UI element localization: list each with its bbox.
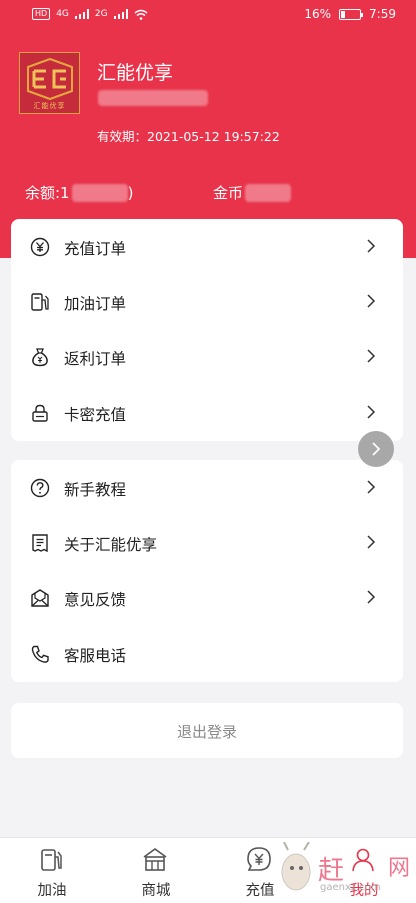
- lock-icon: [32, 404, 48, 422]
- expiry-date: 有效期：2021-05-12 19:57:22: [97, 126, 280, 145]
- coins-label: 金币: [213, 184, 244, 202]
- watermark-site: gaenxz.com: [320, 882, 381, 893]
- tab-store[interactable]: 商城: [104, 838, 208, 903]
- chevron-right-icon: [367, 405, 376, 419]
- feedback-icon: [31, 589, 49, 607]
- signal-2g: 2G: [94, 9, 108, 19]
- app-name: 汇能优享: [97, 62, 174, 84]
- signal-icon-2: [113, 9, 128, 19]
- menu-item-rebate-orders[interactable]: 返利订单: [11, 329, 403, 385]
- orders-menu-card: 充值订单 加油订单 返利订单 卡密充值: [11, 219, 403, 441]
- fuel-pump-icon: [41, 849, 62, 871]
- menu-item-recharge-orders[interactable]: 充值订单: [11, 219, 403, 275]
- menu-item-card-recharge[interactable]: 卡密充值: [11, 385, 403, 441]
- recharge-icon: [247, 847, 271, 871]
- phone-icon: [31, 645, 49, 663]
- watermark: 赶 网 gaenxz.com: [276, 841, 416, 902]
- chevron-right-icon: [367, 590, 376, 604]
- logout-button[interactable]: 退出登录: [11, 703, 403, 758]
- menu-item-tutorial[interactable]: 新手教程: [11, 460, 403, 516]
- status-bar: HD 4G 2G 16% 7:59: [0, 0, 416, 30]
- battery-icon: [339, 8, 364, 20]
- menu-item-label: 意见反馈: [64, 591, 127, 609]
- app-logo: 汇能优享: [19, 52, 80, 114]
- masked-account: [98, 90, 208, 106]
- balance-suffix: ): [127, 183, 134, 202]
- chevron-right-icon: [367, 535, 376, 549]
- yuan-icon: [30, 237, 50, 257]
- wifi-icon: [134, 9, 148, 20]
- floating-next-button[interactable]: [358, 431, 394, 467]
- menu-item-label: 卡密充值: [64, 406, 127, 424]
- menu-item-feedback[interactable]: 意见反馈: [11, 570, 403, 626]
- money-bag-icon: [32, 348, 48, 367]
- battery-percent: 16%: [304, 7, 332, 21]
- info-menu-card: 新手教程 关于汇能优享 意见反馈 客服电话: [11, 460, 403, 682]
- menu-item-fuel-orders[interactable]: 加油订单: [11, 274, 403, 330]
- expiry-label: 有效期：: [97, 129, 148, 144]
- logo-text: 汇能优享: [33, 102, 66, 110]
- fuel-pump-icon: [31, 293, 49, 311]
- balance-label: 余额:1: [25, 184, 70, 202]
- chevron-right-icon: [367, 294, 376, 308]
- balance[interactable]: 余额:1 ): [25, 182, 133, 203]
- signal-4g: 4G: [56, 9, 69, 19]
- coins[interactable]: 金币: [213, 182, 292, 203]
- menu-item-label: 关于汇能优享: [64, 536, 158, 554]
- tab-label: 商城: [141, 883, 171, 899]
- menu-item-label: 充值订单: [64, 240, 127, 258]
- menu-item-label: 客服电话: [64, 647, 127, 665]
- signal-icon: [74, 9, 89, 19]
- help-icon: [30, 478, 50, 498]
- tab-fuel[interactable]: 加油: [0, 838, 104, 903]
- store-icon: [143, 848, 167, 871]
- clock: 7:59: [369, 7, 396, 21]
- chevron-right-icon: [367, 349, 376, 363]
- status-right: 16% 7:59: [304, 7, 396, 21]
- expiry-value: 2021-05-12 19:57:22: [147, 129, 280, 144]
- menu-item-label: 加油订单: [64, 295, 127, 313]
- status-left: HD 4G 2G: [32, 8, 148, 20]
- tab-label: 加油: [37, 883, 67, 899]
- menu-item-customer-service[interactable]: 客服电话: [11, 626, 403, 682]
- chevron-right-icon: [367, 239, 376, 253]
- watermark-extra: 网: [388, 856, 411, 881]
- menu-item-about[interactable]: 关于汇能优享: [11, 515, 403, 571]
- chevron-right-icon: [372, 442, 381, 456]
- hd-badge: HD: [32, 8, 51, 20]
- menu-item-label: 返利订单: [64, 350, 127, 368]
- logout-label: 退出登录: [176, 723, 237, 741]
- document-icon: [32, 534, 48, 553]
- masked-coins: [245, 183, 292, 202]
- chevron-right-icon: [367, 480, 376, 494]
- menu-item-label: 新手教程: [64, 481, 127, 499]
- masked-balance: [71, 183, 128, 202]
